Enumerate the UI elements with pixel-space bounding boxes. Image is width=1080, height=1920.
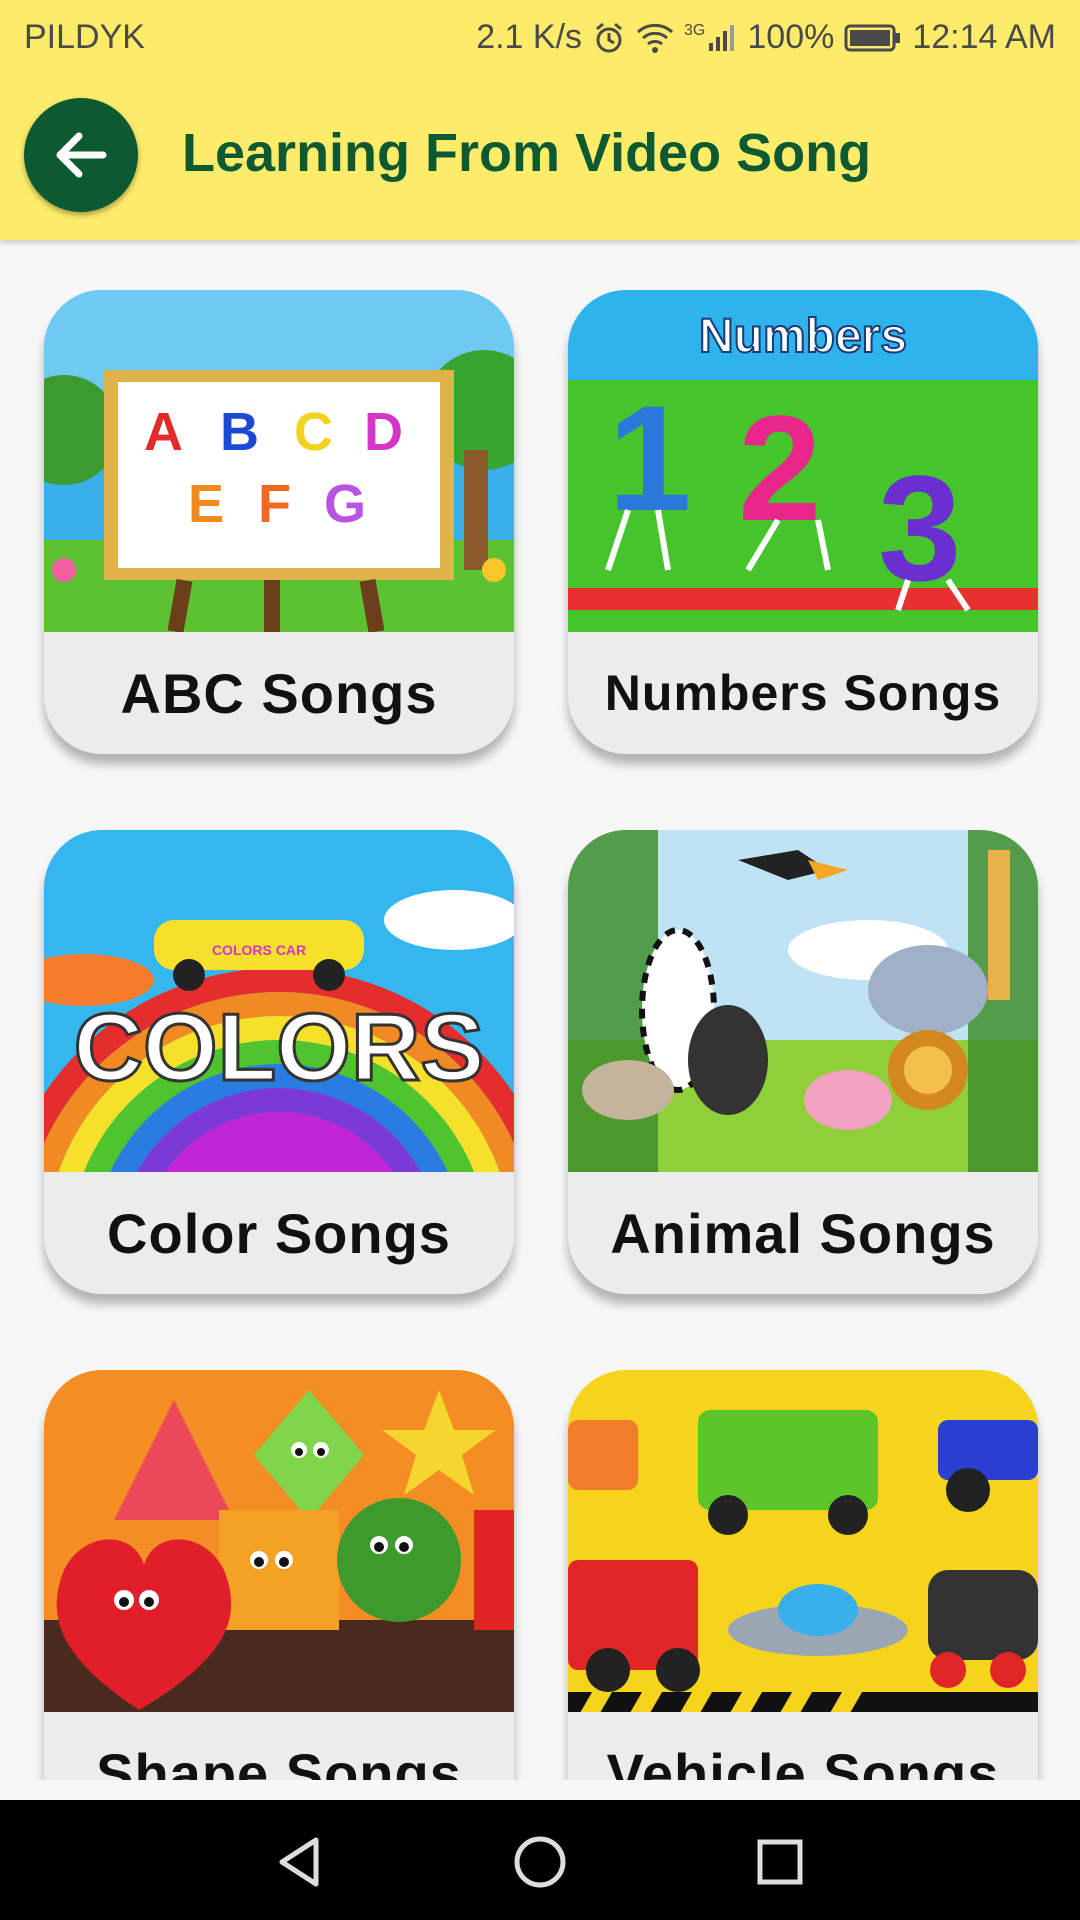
letter-b: B: [220, 402, 259, 462]
letter-g: G: [324, 474, 366, 534]
alarm-icon: [596, 22, 622, 52]
signal-icon: [709, 24, 735, 51]
arrow-left-icon: [56, 132, 107, 178]
navigation-bar: [0, 1800, 1080, 1920]
back-button[interactable]: [24, 98, 138, 212]
colors-thumbnail: COLORS CAR COLORS: [44, 830, 514, 1172]
number-3: 3: [878, 444, 961, 612]
numbers-art-title: Numbers: [699, 310, 907, 363]
letter-a: A: [144, 402, 183, 462]
animals-thumbnail: [568, 830, 1038, 1172]
letter-d: D: [364, 402, 403, 462]
app-bar: Learning From Video Song: [0, 76, 1080, 240]
category-card-numbers[interactable]: Numbers 1 2 3 Numbers Songs: [568, 290, 1038, 754]
category-label: Numbers Songs: [604, 665, 1002, 721]
status-bar: PILDYK 2.1 K/s 3G 100% 12:14 AM: [0, 0, 1080, 76]
category-card-abc[interactable]: A B C D E F G ABC Songs: [44, 290, 514, 754]
category-label: Color Songs: [107, 1201, 451, 1265]
shapes-thumbnail: [44, 1370, 514, 1712]
letter-f: F: [258, 474, 291, 534]
wifi-icon: [637, 23, 674, 53]
numbers-thumbnail: Numbers 1 2 3: [568, 290, 1038, 632]
page-title: Learning From Video Song: [182, 123, 872, 183]
category-label: Shape Songs: [96, 1741, 462, 1781]
letter-e: E: [188, 474, 224, 534]
category-card-animals[interactable]: Animal Songs: [568, 830, 1038, 1294]
clock: 12:14 AM: [912, 18, 1056, 56]
network-type: 3G: [684, 21, 706, 39]
category-label: ABC Songs: [120, 661, 438, 725]
colors-art-sub: COLORS CAR: [212, 942, 306, 958]
battery-icon: [844, 24, 901, 51]
square-recents-icon[interactable]: [748, 1830, 812, 1894]
colors-art-title: COLORS: [74, 994, 485, 1101]
category-label: Animal Songs: [610, 1201, 996, 1265]
letter-c: C: [294, 402, 333, 462]
number-1: 1: [608, 374, 691, 542]
network-speed: 2.1 K/s: [476, 18, 583, 56]
vehicles-thumbnail: [568, 1370, 1038, 1712]
battery-percent: 100%: [747, 18, 835, 56]
abc-thumbnail: A B C D E F G: [44, 290, 514, 632]
category-card-shapes[interactable]: Shape Songs: [44, 1370, 514, 1780]
category-card-colors[interactable]: COLORS CAR COLORS Color Songs: [44, 830, 514, 1294]
song-category-grid: A B C D E F G ABC Songs Numbers 1 2 3 Nu…: [0, 240, 1080, 1780]
category-card-vehicles[interactable]: Vehicle Songs: [568, 1370, 1038, 1780]
circle-home-icon[interactable]: [508, 1830, 572, 1894]
category-label: Vehicle Songs: [606, 1741, 1000, 1781]
status-icons: 2.1 K/s 3G 100% 12:14 AM: [476, 18, 1056, 57]
triangle-back-icon[interactable]: [268, 1830, 332, 1894]
carrier-name: PILDYK: [24, 18, 145, 56]
number-2: 2: [738, 384, 821, 552]
